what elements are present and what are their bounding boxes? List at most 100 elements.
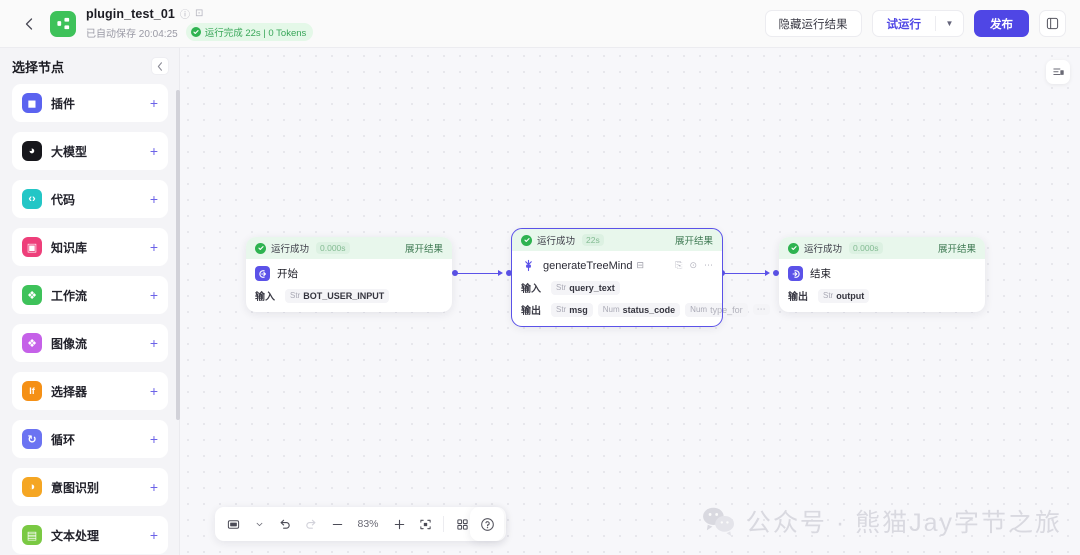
copy-icon[interactable]: ⎘ (675, 260, 682, 271)
cursor-caret-button[interactable] (247, 512, 271, 536)
redo-button[interactable] (299, 512, 323, 536)
sidebar-item-selector[interactable]: If 选择器 + (12, 372, 168, 410)
test-run-button[interactable]: 试运行 ▼ (871, 10, 964, 37)
image-flow-icon: ❖ (22, 333, 42, 353)
start-node-icon (255, 266, 270, 281)
sidebar-item-intent[interactable]: ◑ 意图识别 + (12, 468, 168, 506)
chip-type: Num (602, 305, 620, 314)
hide-result-button[interactable]: 隐藏运行结果 (764, 10, 862, 37)
help-button[interactable] (470, 507, 504, 541)
title-block: plugin_test_01 ⓘ ⊡ 已自动保存 20:04:25 运行完成 2… (86, 6, 314, 41)
selector-icon: If (22, 381, 42, 401)
sidebar-item-workflow[interactable]: ❖ 工作流 + (12, 276, 168, 314)
io-more-button[interactable]: ⋯ (752, 304, 770, 315)
sidebar-add-icon[interactable]: + (150, 384, 158, 398)
sidebar-add-icon[interactable]: + (150, 288, 158, 302)
workflow-logo-icon (50, 10, 76, 37)
edge-line-1 (456, 272, 500, 274)
node-start[interactable]: 运行成功 0.000s 展开结果 开始 输入 Str BOT_USER_INPU… (246, 237, 452, 312)
redo-icon (306, 519, 316, 529)
expand-result-link[interactable]: 展开结果 (938, 241, 976, 255)
autosave-text: 已自动保存 20:04:25 (86, 28, 178, 40)
sidebar-add-icon[interactable]: + (150, 240, 158, 254)
chevron-down-icon[interactable]: ▼ (936, 19, 963, 28)
chip-type: Str (556, 305, 567, 314)
node-status-text: 运行成功 (537, 236, 576, 247)
sidebar-add-icon[interactable]: + (150, 192, 158, 206)
cursor-select-icon[interactable] (221, 512, 245, 536)
more-dots-icon[interactable]: ⋯ (704, 260, 713, 271)
sidebar-add-icon[interactable]: + (150, 528, 158, 542)
zoom-in-button[interactable] (387, 512, 411, 536)
chevron-left-icon (25, 17, 33, 30)
sidebar-item-label: 图像流 (51, 336, 88, 351)
code-icon: ‹› (22, 189, 42, 209)
sidebar-add-icon[interactable]: + (150, 432, 158, 446)
sidebar-add-icon[interactable]: + (150, 480, 158, 494)
workflow-canvas[interactable]: 运行成功 0.000s 展开结果 开始 输入 Str BOT_USER_INPU… (180, 48, 1080, 555)
io-label: 输出 (788, 292, 808, 303)
node-status-text: 运行成功 (271, 244, 310, 255)
sidebar-add-icon[interactable]: + (150, 336, 158, 350)
sidebar-item-loop[interactable]: ↻ 循环 + (12, 420, 168, 458)
sidebar-item-list[interactable]: ◼ 插件 + ◕ 大模型 + ‹› 代码 + ▣ 知识库 + ❖ 工作流 + ❖ 图像流 + If 选择器 + ↻ 循环 + ◑… (0, 84, 180, 555)
edit-square-icon[interactable]: ⊡ (195, 8, 203, 19)
sidebar-add-icon[interactable]: + (150, 96, 158, 110)
check-circle-icon (255, 242, 266, 254)
sidebar-item-code[interactable]: ‹› 代码 + (12, 180, 168, 218)
plugin-icon: ◼ (22, 93, 42, 113)
zoom-level-label[interactable]: 83% (351, 512, 385, 536)
node-name: generateTreeMind (543, 259, 633, 272)
back-button[interactable] (16, 11, 42, 37)
node-generate-tree-mind[interactable]: 运行成功 22s 展开结果 generateTreeMind ⊟ ⎘ ⊙ ⋯ 输… (511, 228, 770, 327)
chip-type: Str (556, 283, 567, 292)
zoom-out-button[interactable] (325, 512, 349, 536)
expand-result-link[interactable]: 展开结果 (675, 233, 713, 247)
sidebar-item-label: 大模型 (51, 144, 88, 159)
undo-icon (280, 519, 290, 529)
node-sidebar: 选择节点 ◼ 插件 + ◕ 大模型 + ‹› 代码 + ▣ 知识库 + ❖ 工作流 + ❖ 图像流 + If 选择器 +… (0, 48, 180, 555)
app-header: plugin_test_01 ⓘ ⊡ 已自动保存 20:04:25 运行完成 2… (0, 0, 1080, 48)
io-chip: Str msg (551, 302, 593, 317)
chip-name: BOT_USER_INPUT (303, 290, 385, 301)
chip-name: msg (569, 304, 588, 315)
sidebar-collapse-button[interactable] (151, 57, 169, 75)
knowledge-base-icon: ▣ (22, 237, 42, 257)
check-circle-icon (190, 27, 201, 37)
title-row: plugin_test_01 ⓘ ⊡ (86, 6, 313, 22)
settings-icon[interactable]: ⊙ (689, 260, 697, 271)
page-title: plugin_test_01 (86, 6, 175, 21)
side-panel-icon[interactable] (1039, 10, 1066, 37)
fit-view-button[interactable] (413, 512, 437, 536)
expand-result-link[interactable]: 展开结果 (405, 241, 443, 255)
end-node-icon (788, 266, 803, 281)
sidebar-add-icon[interactable]: + (150, 144, 158, 158)
save-icon[interactable]: ⊟ (636, 260, 644, 271)
info-circle-icon[interactable]: ⓘ (180, 6, 190, 21)
io-chip: Str BOT_USER_INPUT (285, 288, 390, 303)
sidebar-item-llm[interactable]: ◕ 大模型 + (12, 132, 168, 170)
subtitle-row: 已自动保存 20:04:25 运行完成 22s | 0 Tokens (86, 23, 314, 41)
node-actions: ⎘ ⊙ ⋯ (675, 260, 713, 271)
sidebar-item-knowledge-base[interactable]: ▣ 知识库 + (12, 228, 168, 266)
node-name: 结束 (810, 268, 831, 280)
sidebar-item-plugin[interactable]: ◼ 插件 + (12, 84, 168, 122)
edge-line-2 (723, 272, 767, 274)
node-title-row: generateTreeMind ⊟ ⎘ ⊙ ⋯ (521, 258, 713, 273)
watermark: 公众号 · 熊猫Jay字节之旅 (702, 503, 1062, 539)
layers-list-icon[interactable] (1046, 60, 1070, 84)
node-body: 开始 输入 Str BOT_USER_INPUT (246, 259, 452, 312)
canvas-toolbar: 83% (215, 507, 506, 541)
publish-button[interactable]: 发布 (974, 10, 1029, 37)
loop-icon: ↻ (22, 429, 42, 449)
io-label: 输入 (255, 292, 275, 303)
sidebar-item-label: 循环 (51, 432, 76, 447)
chip-type: Num (690, 305, 708, 314)
chevron-left-icon (157, 61, 163, 71)
sidebar-item-label: 代码 (51, 192, 76, 207)
plugin-node-icon (521, 258, 536, 273)
sidebar-item-image-flow[interactable]: ❖ 图像流 + (12, 324, 168, 362)
node-end[interactable]: 运行成功 0.000s 展开结果 结束 输出 Str output (779, 237, 985, 312)
sidebar-item-text-process[interactable]: ▤ 文本处理 + (12, 516, 168, 554)
undo-button[interactable] (273, 512, 297, 536)
